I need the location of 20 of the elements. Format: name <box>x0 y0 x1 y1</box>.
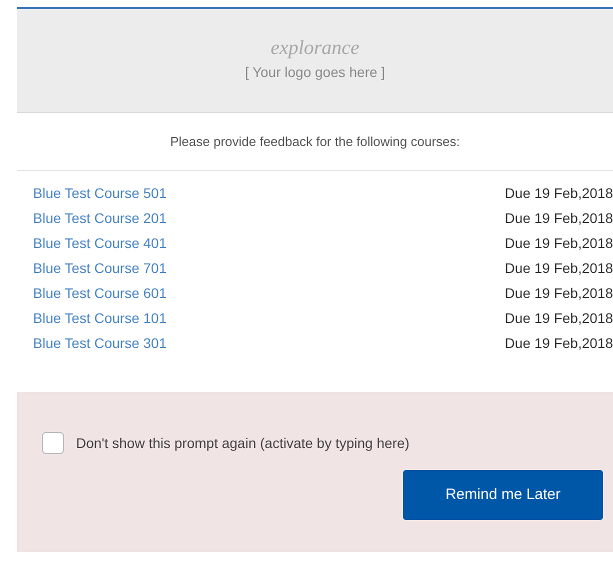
course-link[interactable]: Blue Test Course 301 <box>33 333 167 354</box>
checkbox[interactable] <box>42 432 64 454</box>
course-link[interactable]: Blue Test Course 201 <box>33 208 167 229</box>
due-date: Due 19 Feb,2018 <box>504 334 613 353</box>
prompt-text: Please provide feedback for the following courses: <box>170 132 460 151</box>
logo: explorance <box>270 38 360 58</box>
course-link[interactable]: Blue Test Course 501 <box>33 183 167 204</box>
remind-later-button[interactable]: Remind me Later <box>403 470 603 520</box>
due-date: Due 19 Feb,2018 <box>504 234 613 253</box>
due-date: Due 19 Feb,2018 <box>504 209 613 228</box>
due-date: Due 19 Feb,2018 <box>504 184 613 203</box>
logo-caption: [ Your logo goes here ] <box>244 63 386 82</box>
due-date: Due 19 Feb,2018 <box>504 259 613 278</box>
checkbox-label: Don't show this prompt again (activate by typing here) <box>76 434 410 453</box>
course-link[interactable]: Blue Test Course 101 <box>33 308 167 329</box>
course-link[interactable]: Blue Test Course 601 <box>33 283 167 304</box>
course-link[interactable]: Blue Test Course 401 <box>33 233 167 254</box>
course-link[interactable]: Blue Test Course 701 <box>33 258 167 279</box>
due-date: Due 19 Feb,2018 <box>504 284 613 303</box>
due-date: Due 19 Feb,2018 <box>504 309 613 328</box>
